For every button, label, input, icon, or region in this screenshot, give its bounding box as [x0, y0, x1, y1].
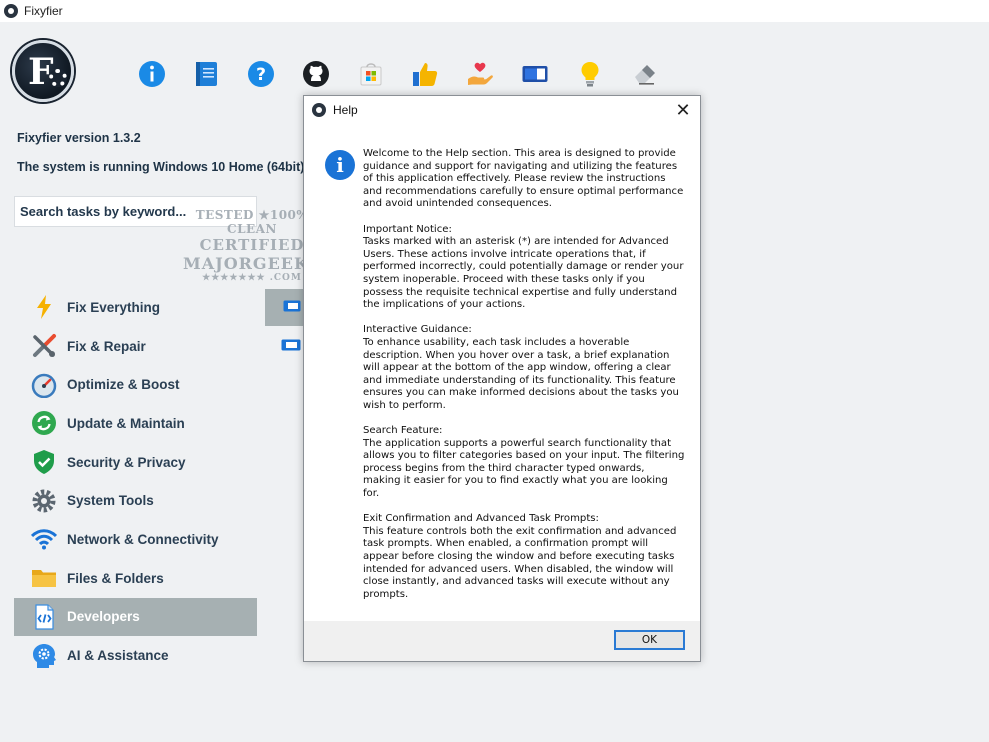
github-icon[interactable] — [300, 58, 332, 90]
sidebar-item-fix-everything[interactable]: Fix Everything — [14, 288, 257, 327]
sidebar-item-label: Developers — [67, 609, 140, 625]
notebook-icon[interactable] — [191, 58, 223, 90]
sidebar-item-label: Optimize & Boost — [67, 377, 180, 393]
gear-icon — [30, 487, 58, 515]
sidebar-item-system-tools[interactable]: System Tools — [14, 481, 257, 520]
system-info-label: The system is running Windows 10 Home (6… — [17, 160, 303, 174]
help-text: Welcome to the Help section. This area i… — [363, 148, 685, 600]
watermark-line3: MAJORGEEKS — [183, 254, 322, 273]
category-sidebar: Fix Everything Fix & Repair Optimize & B… — [14, 288, 257, 675]
lightning-icon — [30, 293, 58, 321]
sidebar-item-optimize-boost[interactable]: Optimize & Boost — [14, 365, 257, 404]
info-icon: i — [325, 150, 355, 180]
window-toggle-icon[interactable] — [519, 58, 551, 90]
lightbulb-icon[interactable] — [574, 58, 606, 90]
refresh-icon — [30, 409, 58, 437]
thumbs-up-icon[interactable] — [409, 58, 441, 90]
sidebar-item-files-folders[interactable]: Files & Folders — [14, 559, 257, 598]
window-titlebar: Fixyfier — [0, 0, 989, 22]
svg-text:?: ? — [256, 65, 266, 85]
toolbar: ? — [136, 58, 683, 90]
sidebar-item-label: Security & Privacy — [67, 454, 186, 470]
folder-icon — [30, 564, 58, 592]
dialog-footer: OK — [304, 621, 700, 661]
wifi-icon — [30, 525, 58, 553]
shield-icon — [30, 448, 58, 476]
watermark-line1: TESTED ★100% CLEAN — [195, 208, 309, 236]
store-icon[interactable] — [355, 58, 387, 90]
help-icon[interactable]: ? — [245, 58, 277, 90]
window-title: Fixyfier — [24, 4, 63, 18]
sidebar-item-update-maintain[interactable]: Update & Maintain — [14, 404, 257, 443]
task-toggle-icon[interactable] — [281, 339, 301, 351]
sidebar-item-label: Files & Folders — [67, 570, 164, 586]
ok-button[interactable]: OK — [614, 630, 685, 650]
majorgeeks-watermark: TESTED ★100% CLEAN CERTIFIED MAJORGEEKS … — [183, 208, 321, 286]
watermark-line2: CERTIFIED — [199, 236, 305, 254]
eraser-icon[interactable] — [628, 58, 660, 90]
sidebar-item-label: Fix & Repair — [67, 338, 146, 354]
sidebar-item-security-privacy[interactable]: Security & Privacy — [14, 443, 257, 482]
tools-icon — [30, 332, 58, 360]
sidebar-item-label: Update & Maintain — [67, 415, 185, 431]
dialog-title: Help — [333, 103, 358, 117]
app-logo: F — [12, 40, 74, 102]
sidebar-item-ai-assistance[interactable]: AI & Assistance — [14, 636, 257, 675]
close-icon[interactable]: ✕ — [672, 99, 694, 121]
speedometer-icon — [30, 371, 58, 399]
sidebar-item-network-connectivity[interactable]: Network & Connectivity — [14, 520, 257, 559]
sidebar-item-label: AI & Assistance — [67, 648, 169, 664]
ai-head-icon — [30, 642, 58, 670]
code-file-icon — [30, 603, 58, 631]
task-toggle-icon[interactable] — [283, 300, 301, 312]
dialog-titlebar: Help ✕ — [304, 96, 700, 124]
watermark-line4: ★★★★★★★ .COM — [202, 273, 302, 283]
sidebar-item-label: Network & Connectivity — [67, 531, 219, 547]
sidebar-item-label: Fix Everything — [67, 299, 161, 315]
info-icon[interactable] — [136, 58, 168, 90]
sidebar-item-label: System Tools — [67, 493, 154, 509]
sidebar-item-developers[interactable]: Developers — [14, 597, 257, 637]
donate-icon[interactable] — [464, 58, 496, 90]
sidebar-item-fix-repair[interactable]: Fix & Repair — [14, 327, 257, 366]
app-icon — [4, 4, 18, 18]
version-label: Fixyfier version 1.3.2 — [17, 131, 141, 145]
help-dialog: Help ✕ i Welcome to the Help section. Th… — [303, 95, 701, 662]
app-icon — [312, 103, 326, 117]
